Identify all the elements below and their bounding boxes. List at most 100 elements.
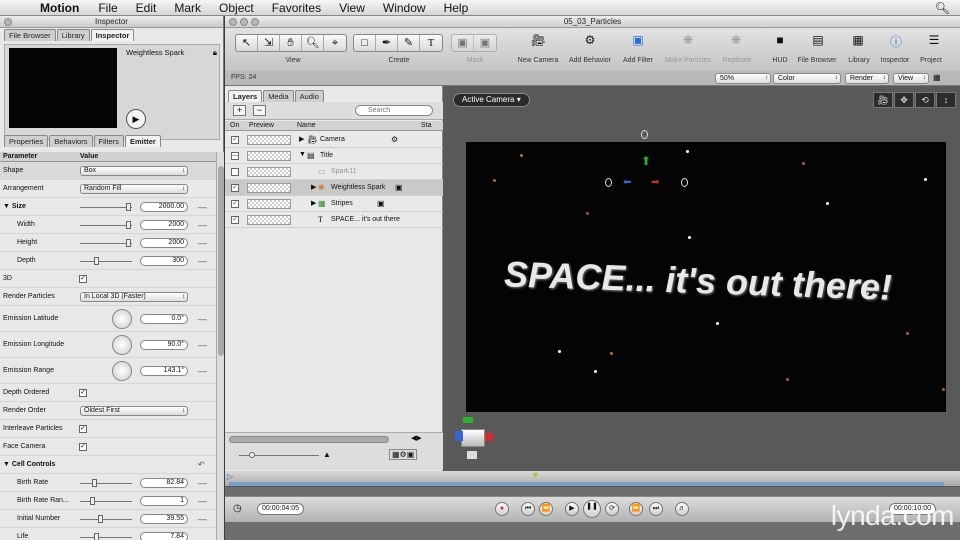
tab-filters[interactable]: Filters [93, 135, 124, 147]
width-value-field[interactable]: 2000 [140, 219, 188, 230]
birth-rate-random-slider[interactable] [80, 496, 132, 505]
scroll-thumb[interactable] [218, 166, 224, 356]
loop-button[interactable]: ⟳ [605, 502, 619, 516]
face-camera-checkbox[interactable]: ✓ [79, 442, 87, 451]
tab-media[interactable]: Media [263, 90, 294, 102]
particles-icon[interactable]: ❋ [673, 33, 703, 47]
range-value-field[interactable]: 143.1° [140, 365, 188, 376]
tab-emitter[interactable]: Emitter [124, 135, 161, 147]
depth-slider[interactable] [80, 256, 132, 265]
library-icon[interactable]: ▦ [843, 33, 873, 47]
tab-audio[interactable]: Audio [294, 90, 324, 102]
add-behavior-button[interactable]: Add Behavior [565, 57, 615, 64]
go-to-end-button[interactable]: ⏭ [649, 502, 663, 516]
reset-icon[interactable]: — [198, 220, 207, 230]
camera-tool-icon[interactable]: ⌖ [324, 35, 346, 51]
rotation-handle-icon[interactable] [641, 130, 648, 139]
reset-icon[interactable]: — [198, 238, 207, 248]
filter-icon[interactable]: ▣ [623, 33, 653, 47]
arrangement-select[interactable]: Random Fill [80, 183, 188, 194]
app-menu[interactable]: Motion [40, 1, 79, 15]
play-preview-button[interactable]: ▶ [126, 109, 146, 129]
zoom-tool-icon[interactable]: 🔍︎ [302, 35, 324, 51]
birth-rate-value-field[interactable]: 82.84 [140, 477, 188, 488]
scroll-arrows-icon[interactable]: ◀▶ [411, 434, 422, 442]
longitude-value-field[interactable]: 90.0° [140, 339, 188, 350]
add-layer-button[interactable]: + [233, 105, 246, 116]
reset-icon[interactable]: — [198, 314, 207, 324]
playhead-icon[interactable]: ▼ [531, 470, 540, 480]
spotlight-icon[interactable]: 🔍︎ [935, 1, 950, 15]
depth-ordered-checkbox[interactable]: ✓ [79, 388, 87, 397]
make-particles-button[interactable]: Make Particles [661, 57, 715, 64]
birth-rate-random-value-field[interactable]: 1 [140, 495, 188, 506]
menu-help[interactable]: Help [444, 1, 469, 15]
tab-behaviors[interactable]: Behaviors [49, 135, 93, 147]
shape-select[interactable]: Box [80, 165, 188, 176]
mini-timeline[interactable]: ▼ ▷ [225, 470, 960, 487]
mask-shape-icon[interactable]: ▣ [474, 35, 496, 51]
reset-icon[interactable]: — [198, 202, 207, 212]
layer-visibility-checkbox[interactable]: ✓ [231, 216, 239, 224]
interleave-checkbox[interactable]: ✓ [79, 424, 87, 433]
layer-row[interactable]: ✓ T SPACE... it's out there [225, 212, 443, 228]
grid-icon[interactable]: ▦ [933, 73, 941, 82]
orbit-view-icon[interactable]: ⟲ [915, 92, 935, 108]
remove-layer-button[interactable]: − [253, 105, 266, 116]
layer-view-options-icon[interactable]: ▦⚙▣ [389, 449, 418, 460]
replicate-button[interactable]: Replicate [715, 57, 759, 64]
canvas-stage[interactable]: SPACE... it's out there! [466, 142, 946, 412]
height-value-field[interactable]: 2000 [140, 237, 188, 248]
render-order-select[interactable]: Oldest First [80, 405, 188, 416]
longitude-dial[interactable] [112, 334, 132, 355]
range-dial[interactable] [112, 360, 132, 381]
go-to-start-button[interactable]: ⏮ [521, 502, 535, 516]
new-camera-button[interactable]: New Camera [513, 57, 563, 64]
replicate-icon[interactable]: ❋ [721, 33, 751, 47]
reset-icon[interactable]: — [198, 256, 207, 266]
reset-icon[interactable]: — [198, 478, 207, 488]
layer-row[interactable]: — ▼ ▤ Title [225, 148, 443, 164]
disclosure-triangle-icon[interactable]: ▶ [311, 199, 316, 207]
search-input[interactable] [355, 105, 433, 116]
latitude-value-field[interactable]: 0.0° [140, 313, 188, 324]
reset-icon[interactable]: — [198, 496, 207, 506]
dolly-view-icon[interactable]: ↕ [936, 92, 956, 108]
mask-rect-icon[interactable]: ▣ [452, 35, 474, 51]
layer-row[interactable]: ✓ ▶ ❋ Weightless Spark ▣ [225, 180, 443, 196]
param-cell-controls[interactable]: ▼ Cell Controls ↶ [0, 456, 216, 474]
disclosure-triangle-icon[interactable]: ▼ [299, 151, 306, 158]
render-particles-select[interactable]: In Local 3D (Faster) [80, 291, 188, 302]
pause-button[interactable]: ❚❚ [583, 500, 601, 518]
hud-button[interactable]: HUD [765, 57, 795, 64]
render-select[interactable]: Render [845, 73, 889, 84]
layer-visibility-checkbox[interactable]: ✓ [231, 184, 239, 192]
play-button[interactable]: ▶ [565, 502, 579, 516]
transform-tool-icon[interactable]: ⇲ [258, 35, 280, 51]
latitude-dial[interactable] [112, 308, 132, 329]
inspector-scrollbar[interactable] [216, 152, 224, 540]
zoom-window-icon[interactable] [251, 18, 259, 26]
minimize-window-icon[interactable] [240, 18, 248, 26]
tab-library[interactable]: Library [56, 29, 90, 41]
tab-inspector[interactable]: Inspector [90, 29, 135, 41]
size-slider[interactable] [80, 202, 132, 211]
reset-icon[interactable]: — [198, 514, 207, 524]
close-window-icon[interactable] [229, 18, 237, 26]
close-window-icon[interactable] [4, 18, 12, 26]
stage-title-text[interactable]: SPACE... it's out there! [504, 253, 892, 309]
tab-file-browser[interactable]: File Browser [4, 29, 56, 41]
project-icon[interactable]: ☰ [919, 33, 949, 47]
layer-visibility-checkbox[interactable]: ✓ [231, 136, 239, 144]
layers-horizontal-scrollbar[interactable] [229, 436, 389, 443]
project-button[interactable]: Project [915, 57, 947, 64]
reset-icon[interactable]: — [198, 340, 207, 350]
add-filter-button[interactable]: Add Filter [617, 57, 659, 64]
initial-number-slider[interactable] [80, 514, 132, 523]
tab-layers[interactable]: Layers [228, 90, 263, 102]
reset-icon[interactable]: — [198, 366, 207, 376]
color-select[interactable]: Color [773, 73, 841, 84]
undo-icon[interactable]: ↶ [198, 460, 205, 469]
inspector-button[interactable]: Inspector [877, 57, 913, 64]
audio-button[interactable]: ♬ [675, 502, 689, 516]
